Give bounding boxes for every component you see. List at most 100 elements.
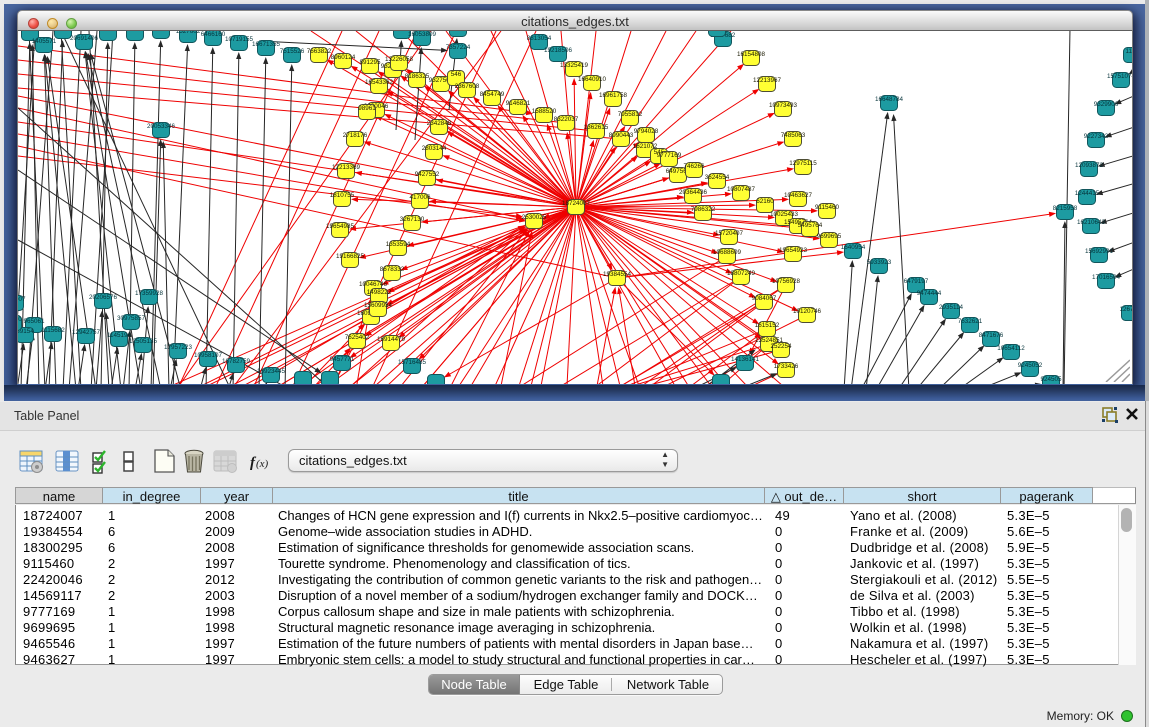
svg-text:12213967: 12213967	[753, 77, 782, 84]
svg-text:417006: 417006	[409, 194, 431, 201]
svg-text:891295: 891295	[359, 59, 381, 66]
svg-text:12093872: 12093872	[1075, 162, 1104, 169]
svg-text:1527602: 1527602	[123, 31, 148, 33]
svg-text:9457771: 9457771	[330, 356, 355, 363]
svg-text:8678332: 8678332	[380, 266, 405, 273]
svg-text:1853287: 1853287	[96, 31, 121, 33]
svg-text:1498222: 1498222	[367, 289, 392, 296]
svg-text:16053809: 16053809	[408, 31, 437, 38]
svg-text:1112: 1112	[1125, 48, 1133, 55]
svg-text:5933923: 5933923	[867, 259, 892, 266]
svg-text:1615152: 1615152	[755, 322, 780, 329]
svg-text:8186325: 8186325	[405, 73, 430, 80]
svg-text:16671355: 16671355	[252, 41, 281, 48]
svg-text:15692991: 15692991	[1085, 248, 1114, 255]
svg-text:1640954: 1640954	[841, 244, 866, 251]
svg-text:14136141: 14136141	[731, 356, 760, 363]
svg-text:19166825: 19166825	[336, 253, 365, 260]
svg-text:193007: 193007	[18, 296, 26, 303]
svg-text:2342848: 2342848	[427, 120, 452, 127]
svg-text:7357224: 7357224	[446, 44, 471, 51]
svg-text:9699695: 9699695	[817, 233, 842, 240]
svg-text:16961758: 16961758	[599, 92, 628, 99]
svg-text:17957223: 17957223	[164, 344, 193, 351]
svg-text:30975857: 30975857	[117, 315, 146, 322]
svg-text:16543362: 16543362	[365, 79, 394, 86]
svg-text:7632621: 7632621	[958, 318, 983, 325]
svg-text:12505135: 12505135	[129, 338, 158, 345]
svg-text:8813054: 8813054	[527, 35, 552, 42]
svg-text:2803144: 2803144	[422, 145, 447, 152]
svg-text:18724007: 18724007	[562, 200, 591, 207]
svg-text:10654112: 10654112	[997, 345, 1025, 352]
svg-text:8215958: 8215958	[1053, 205, 1078, 212]
svg-text:2099146: 2099146	[18, 31, 43, 33]
svg-text:9794028: 9794028	[634, 128, 659, 135]
svg-text:19218506: 19218506	[544, 47, 573, 54]
svg-text:12213369: 12213369	[332, 164, 361, 171]
svg-text:7955812: 7955812	[618, 111, 643, 118]
svg-text:6479197: 6479197	[904, 278, 929, 285]
svg-text:15720407: 15720407	[715, 230, 744, 237]
svg-text:62160: 62160	[756, 198, 774, 205]
svg-text:20206576: 20206576	[89, 294, 118, 301]
svg-text:1353594: 1353594	[386, 241, 411, 248]
svg-text:546: 546	[451, 71, 462, 78]
svg-text:8454749: 8454749	[480, 91, 505, 98]
svg-text:2718176: 2718176	[343, 132, 368, 139]
svg-text:7485063: 7485063	[781, 132, 806, 139]
svg-text:12942757: 12942757	[72, 329, 101, 336]
svg-text:16154808: 16154808	[737, 51, 766, 58]
svg-text:7986322: 7986322	[691, 206, 716, 213]
svg-text:10756928: 10756928	[772, 278, 801, 285]
svg-text:10973493: 10973493	[769, 102, 798, 109]
svg-text:1362615: 1362615	[584, 124, 609, 131]
svg-text:2935114: 2935114	[939, 304, 964, 311]
svg-text:1145194: 1145194	[107, 332, 132, 339]
svg-text:252254: 252254	[770, 343, 792, 350]
svg-text:10958107: 10958107	[194, 352, 223, 359]
svg-text:10025433: 10025433	[770, 211, 799, 218]
svg-text:9245052: 9245052	[1018, 362, 1043, 369]
svg-text:17016504: 17016504	[1092, 274, 1121, 281]
svg-text:9146821: 9146821	[506, 100, 531, 107]
svg-text:3267130: 3267130	[400, 216, 425, 223]
svg-text:17359928: 17359928	[135, 290, 164, 297]
svg-text:13560: 13560	[18, 316, 22, 323]
svg-text:10807487: 10807487	[727, 186, 756, 193]
svg-text:16640910: 16640910	[578, 76, 607, 83]
svg-text:10719155: 10719155	[225, 36, 254, 43]
svg-text:16648784: 16648784	[875, 96, 904, 103]
svg-text:8990443: 8990443	[609, 132, 634, 139]
svg-text:16782759: 16782759	[222, 358, 251, 365]
svg-text:10120746: 10120746	[793, 308, 822, 315]
svg-text:2530025: 2530025	[522, 214, 547, 221]
svg-text:20691406: 20691406	[70, 35, 99, 42]
svg-text:19654985: 19654985	[326, 223, 355, 230]
svg-text:16923445: 16923445	[257, 368, 286, 375]
svg-text:9427552: 9427552	[415, 171, 440, 178]
svg-text:8471676: 8471676	[979, 332, 1004, 339]
svg-text:7515526: 7515526	[280, 48, 305, 55]
svg-text:9329906: 9329906	[1094, 101, 1119, 108]
svg-text:10688609: 10688609	[713, 249, 742, 256]
svg-text:1733426: 1733426	[774, 363, 799, 370]
svg-text:10463627: 10463627	[784, 192, 813, 199]
svg-text:15609934: 15609934	[364, 302, 393, 309]
svg-text:1115682: 1115682	[41, 327, 65, 334]
svg-text:(x): (x)	[256, 458, 269, 470]
svg-text:15751074: 15751074	[1107, 73, 1133, 80]
svg-text:19384554: 19384554	[603, 271, 632, 278]
svg-text:2367608: 2367608	[455, 83, 480, 90]
svg-text:7663822: 7663822	[307, 48, 332, 55]
svg-text:746266: 746266	[683, 163, 705, 170]
svg-text:9227342: 9227342	[1084, 133, 1109, 140]
svg-text:5495764: 5495764	[798, 222, 823, 229]
svg-text:8322037: 8322037	[554, 116, 579, 123]
svg-text:9115460: 9115460	[815, 204, 840, 211]
svg-text:1244415: 1244415	[1075, 190, 1100, 197]
svg-text:16914479: 16914479	[377, 336, 406, 343]
svg-text:6466160: 6466160	[201, 31, 226, 38]
svg-text:3624554: 3624554	[705, 174, 730, 181]
svg-text:7625402: 7625402	[345, 334, 370, 341]
